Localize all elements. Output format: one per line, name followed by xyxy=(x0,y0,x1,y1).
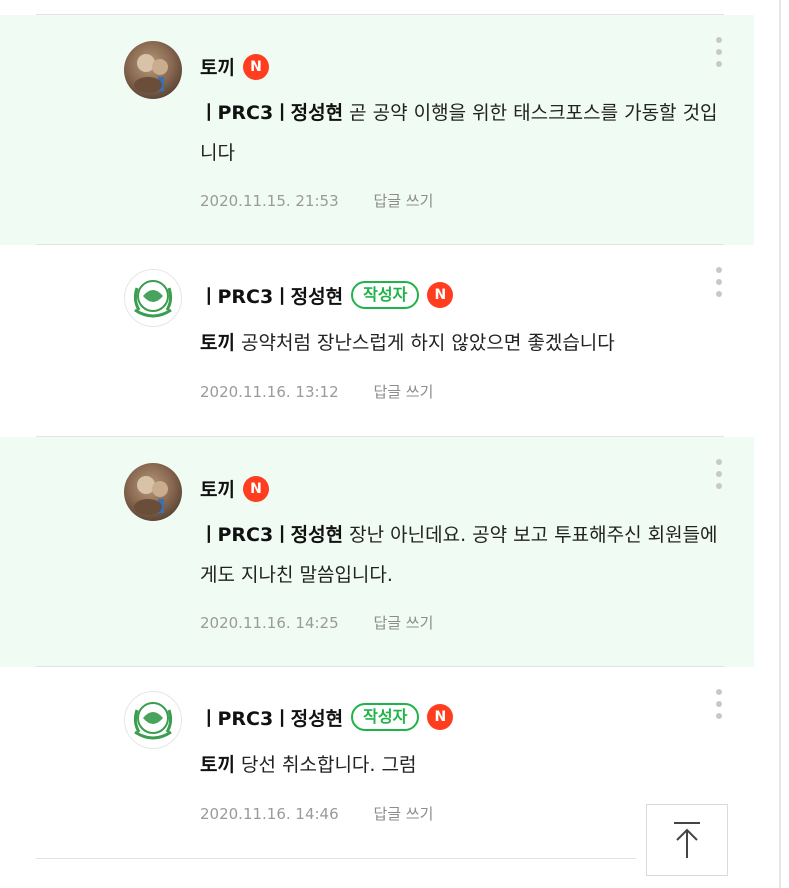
author-badge: 작성자 xyxy=(351,703,420,731)
reply-button[interactable]: 답글 쓰기 xyxy=(373,614,433,632)
more-options-button[interactable] xyxy=(713,37,725,67)
new-badge: N xyxy=(242,475,269,502)
kebab-menu-icon xyxy=(716,459,722,465)
comment-item: ㅣPRC3ㅣ정성현 작성자 N 토끼 당선 취소합니다. 그럼 2020.11.… xyxy=(0,667,754,859)
comment-text: ㅣPRC3ㅣ정성현 장난 아닌데요. 공약 보고 투표해주신 회원들에게도 지나… xyxy=(200,515,720,595)
comment-date: 2020.11.16. 14:25 xyxy=(200,614,339,632)
more-options-button[interactable] xyxy=(713,267,725,297)
reply-button[interactable]: 답글 쓰기 xyxy=(373,805,433,823)
avatar[interactable] xyxy=(124,269,182,327)
reply-mention[interactable]: ㅣPRC3ㅣ정성현 xyxy=(200,102,343,124)
comment-item: 토끼 N ㅣPRC3ㅣ정성현 장난 아닌데요. 공약 보고 투표해주신 회원들에… xyxy=(0,437,754,667)
avatar[interactable] xyxy=(124,41,182,99)
divider xyxy=(36,858,636,859)
author-name: ㅣPRC3ㅣ정성현 xyxy=(200,707,344,730)
comment-meta: 2020.11.15. 21:53 답글 쓰기 xyxy=(200,190,433,211)
comment-item: 토끼 N ㅣPRC3ㅣ정성현 곧 공약 이행을 위한 태스크포스를 가동할 것입… xyxy=(0,15,754,245)
cat-avatar-icon xyxy=(134,476,168,515)
comment-meta: 2020.11.16. 14:46 답글 쓰기 xyxy=(200,803,433,824)
new-badge: N xyxy=(427,704,454,730)
cat-avatar-icon xyxy=(134,54,168,93)
scrollbar[interactable] xyxy=(779,0,781,888)
comment-date: 2020.11.16. 14:46 xyxy=(200,805,339,823)
avatar[interactable] xyxy=(124,463,182,521)
scroll-to-top-button[interactable] xyxy=(646,804,728,876)
comment-text: 토끼 공약처럼 장난스럽게 하지 않았으면 좋겠습니다 xyxy=(200,323,720,363)
comment-text: 토끼 당선 취소합니다. 그럼 xyxy=(200,745,720,785)
comment-item: ㅣPRC3ㅣ정성현 작성자 N 토끼 공약처럼 장난스럽게 하지 않았으면 좋겠… xyxy=(0,245,754,437)
comment-author[interactable]: 토끼 N xyxy=(200,53,269,80)
comment-body: 공약처럼 장난스럽게 하지 않았으면 좋겠습니다 xyxy=(234,332,615,354)
reply-mention[interactable]: 토끼 xyxy=(200,332,235,354)
comment-body: 당선 취소합니다. 그럼 xyxy=(234,754,417,776)
reply-mention[interactable]: ㅣPRC3ㅣ정성현 xyxy=(200,524,343,546)
kebab-menu-icon xyxy=(716,689,722,695)
more-options-button[interactable] xyxy=(713,459,725,489)
kebab-menu-icon xyxy=(716,267,722,273)
more-options-button[interactable] xyxy=(713,689,725,719)
comment-author[interactable]: ㅣPRC3ㅣ정성현 작성자 N xyxy=(200,703,454,731)
reply-mention[interactable]: 토끼 xyxy=(200,754,235,776)
comment-meta: 2020.11.16. 14:25 답글 쓰기 xyxy=(200,612,433,633)
author-badge: 작성자 xyxy=(351,281,420,309)
author-name: 토끼 xyxy=(200,479,235,501)
comment-date: 2020.11.16. 13:12 xyxy=(200,383,339,401)
comment-author[interactable]: 토끼 N xyxy=(200,475,269,502)
un-emblem-icon xyxy=(127,272,179,324)
new-badge: N xyxy=(427,282,454,308)
new-badge: N xyxy=(242,53,269,80)
reply-button[interactable]: 답글 쓰기 xyxy=(373,383,433,401)
reply-button[interactable]: 답글 쓰기 xyxy=(373,192,433,210)
avatar[interactable] xyxy=(124,691,182,749)
comment-author[interactable]: ㅣPRC3ㅣ정성현 작성자 N xyxy=(200,281,454,309)
un-emblem-icon xyxy=(127,694,179,746)
kebab-menu-icon xyxy=(716,37,722,43)
arrow-up-icon xyxy=(674,822,700,858)
comment-text: ㅣPRC3ㅣ정성현 곧 공약 이행을 위한 태스크포스를 가동할 것입니다 xyxy=(200,93,720,173)
comment-date: 2020.11.15. 21:53 xyxy=(200,192,339,210)
author-name: 토끼 xyxy=(200,57,235,79)
comment-meta: 2020.11.16. 13:12 답글 쓰기 xyxy=(200,381,433,402)
author-name: ㅣPRC3ㅣ정성현 xyxy=(200,285,344,308)
